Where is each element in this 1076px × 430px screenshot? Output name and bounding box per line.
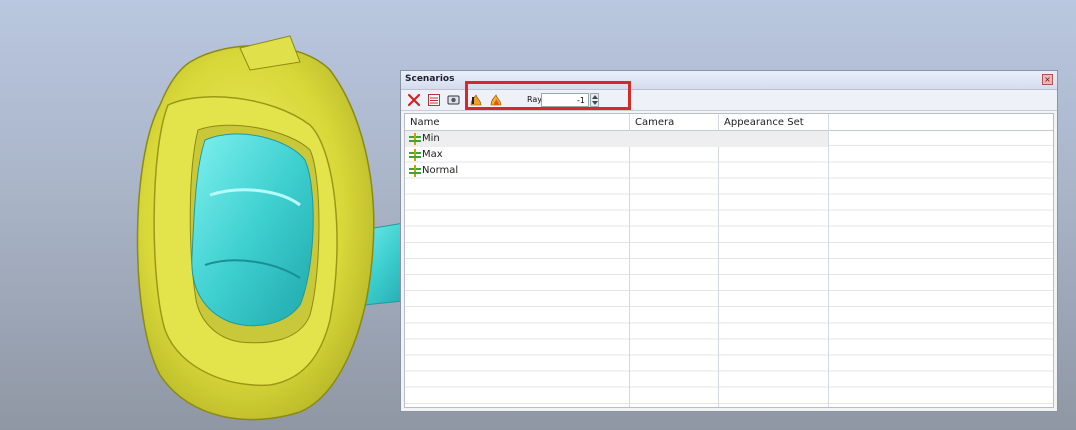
row-name: Max	[422, 149, 443, 160]
table-row[interactable]: Max	[405, 147, 828, 163]
annotation-highlight-box	[465, 81, 631, 110]
delete-icon[interactable]	[407, 93, 421, 107]
scenario-icon	[409, 133, 421, 145]
model-lens	[191, 133, 314, 327]
column-header-appearance-set[interactable]: Appearance Set	[724, 117, 804, 128]
column-header-camera[interactable]: Camera	[635, 117, 674, 128]
scenarios-panel: Scenarios × Rays: Name Camera App	[400, 70, 1058, 412]
row-name: Normal	[422, 165, 459, 176]
row-name: Min	[422, 133, 440, 144]
camera-icon[interactable]	[447, 93, 461, 107]
scenarios-table: Name Camera Appearance Set Min Max Norma…	[404, 113, 1054, 408]
scenario-icon	[409, 165, 421, 177]
scenario-icon	[409, 149, 421, 161]
column-header-name[interactable]: Name	[410, 117, 440, 128]
table-row[interactable]: Min	[405, 131, 828, 147]
close-icon[interactable]: ×	[1042, 74, 1053, 85]
table-row[interactable]: Normal	[405, 163, 828, 179]
table-header: Name Camera Appearance Set	[405, 114, 1053, 131]
scenario-list-icon[interactable]	[427, 93, 441, 107]
panel-title: Scenarios	[405, 74, 455, 84]
